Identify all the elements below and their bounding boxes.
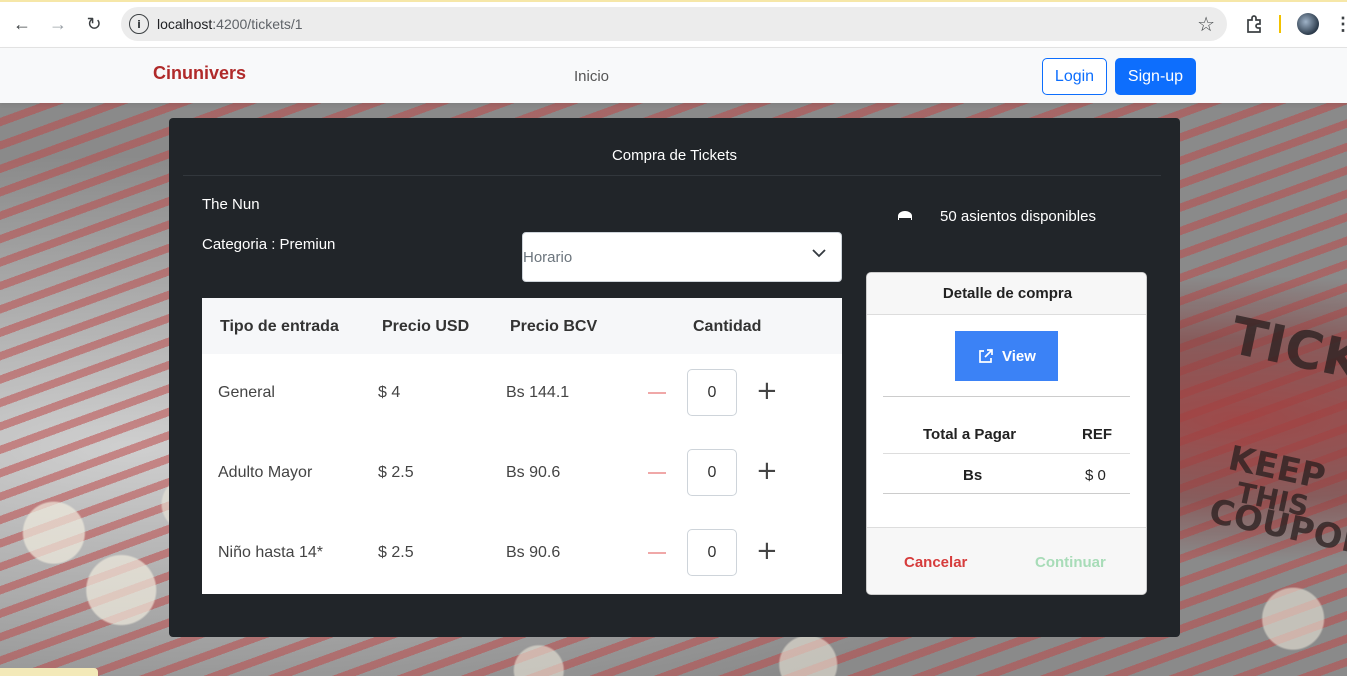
bookmark-star-icon[interactable]: ☆ [1197,12,1215,37]
horario-select[interactable]: Horario [522,232,842,282]
browser-chrome: ← → ↻ i localhost:4200/tickets/1 ☆ ⋮ [0,0,1347,48]
view-button-label: View [1002,347,1036,365]
detail-divider [883,493,1130,494]
reload-icon[interactable]: ↻ [82,12,106,36]
ticket-word: KEEP [1224,438,1329,498]
table-header: Tipo de entrada Precio USD Precio BCV Ca… [202,298,842,354]
row-tipo: General [218,384,275,401]
modal-divider [183,175,1161,176]
ticket-table: Tipo de entrada Precio USD Precio BCV Ca… [202,298,842,594]
detail-divider [883,453,1130,454]
brand-logo[interactable]: Cinunivers [153,63,246,84]
column-header-usd: Precio USD [382,318,470,335]
bs-label: Bs [963,467,983,484]
increment-icon[interactable]: + [756,538,778,564]
row-usd: $ 4 [378,384,401,401]
forward-icon[interactable]: → [46,12,70,36]
detail-title: Detalle de compra [867,273,1146,315]
purchase-detail-card: Detalle de compra View Total a Pagar REF… [866,272,1147,595]
signup-button[interactable]: Sign-up [1115,58,1196,95]
view-button[interactable]: View [955,331,1058,381]
movie-category: Categoria : Premiun [202,236,336,253]
extensions-icon[interactable] [1242,12,1266,36]
horario-placeholder: Horario [523,249,573,266]
quantity-input[interactable]: 0 [687,449,737,496]
ticket-word: TICKE [1225,306,1347,400]
site-info-icon[interactable]: i [129,14,149,34]
back-icon[interactable]: ← [10,12,34,36]
menu-kebab-icon[interactable]: ⋮ [1331,12,1347,36]
increment-icon[interactable]: + [756,458,778,484]
url-path: :4200/tickets/1 [212,16,303,32]
column-header-cantidad: Cantidad [693,318,762,335]
row-usd: $ 2.5 [378,464,414,481]
ref-label: REF [1082,426,1112,443]
decrement-icon[interactable] [648,552,666,554]
url-host: localhost [157,16,213,32]
external-link-icon [979,348,993,363]
status-bubble [0,668,98,676]
decrement-icon[interactable] [648,472,666,474]
row-tipo: Niño hasta 14* [218,544,323,561]
continue-button[interactable]: Continuar [1035,554,1106,571]
login-button[interactable]: Login [1042,58,1107,95]
column-header-tipo: Tipo de entrada [220,318,339,335]
ref-value: $ 0 [1085,467,1106,484]
detail-divider [883,396,1130,397]
row-bcv: Bs 90.6 [506,464,561,481]
nav-link-inicio[interactable]: Inicio [574,68,609,85]
row-usd: $ 2.5 [378,544,414,561]
seats-available-text: 50 asientos disponibles [940,208,1096,225]
quantity-input[interactable]: 0 [687,529,737,576]
table-row: Adulto Mayor $ 2.5 Bs 90.6 0 + [202,434,842,514]
quantity-input[interactable]: 0 [687,369,737,416]
ticket-word: THIS [1233,475,1312,524]
modal-title: Compra de Tickets [611,147,738,164]
column-header-bcv: Precio BCV [510,318,598,335]
decrement-icon[interactable] [648,392,666,394]
tab-strip-edge [0,0,1347,2]
table-row: Niño hasta 14* $ 2.5 Bs 90.6 0 + [202,514,842,594]
seats-available: 50 asientos disponibles [896,208,1096,225]
row-bcv: Bs 90.6 [506,544,561,561]
detail-footer: Cancelar Continuar [867,527,1146,594]
row-tipo: Adulto Mayor [218,464,313,481]
cancel-button[interactable]: Cancelar [904,554,967,571]
ticket-purchase-modal: Compra de Tickets The Nun Categoria : Pr… [169,118,1180,637]
url-text[interactable]: localhost:4200/tickets/1 [157,16,303,32]
table-row: General $ 4 Bs 144.1 0 + [202,354,842,434]
profile-avatar[interactable] [1297,13,1319,35]
seat-icon [898,210,912,220]
toolbar-separator [1279,15,1281,33]
address-bar[interactable]: i localhost:4200/tickets/1 ☆ [121,7,1227,41]
row-bcv: Bs 144.1 [506,384,570,401]
movie-title: The Nun [202,196,260,213]
top-navbar: Cinunivers Inicio Login Sign-up [0,48,1347,103]
total-label: Total a Pagar [923,426,1017,443]
increment-icon[interactable]: + [756,378,778,404]
ticket-word: COUPON [1205,491,1347,565]
chevron-down-icon [812,249,826,258]
